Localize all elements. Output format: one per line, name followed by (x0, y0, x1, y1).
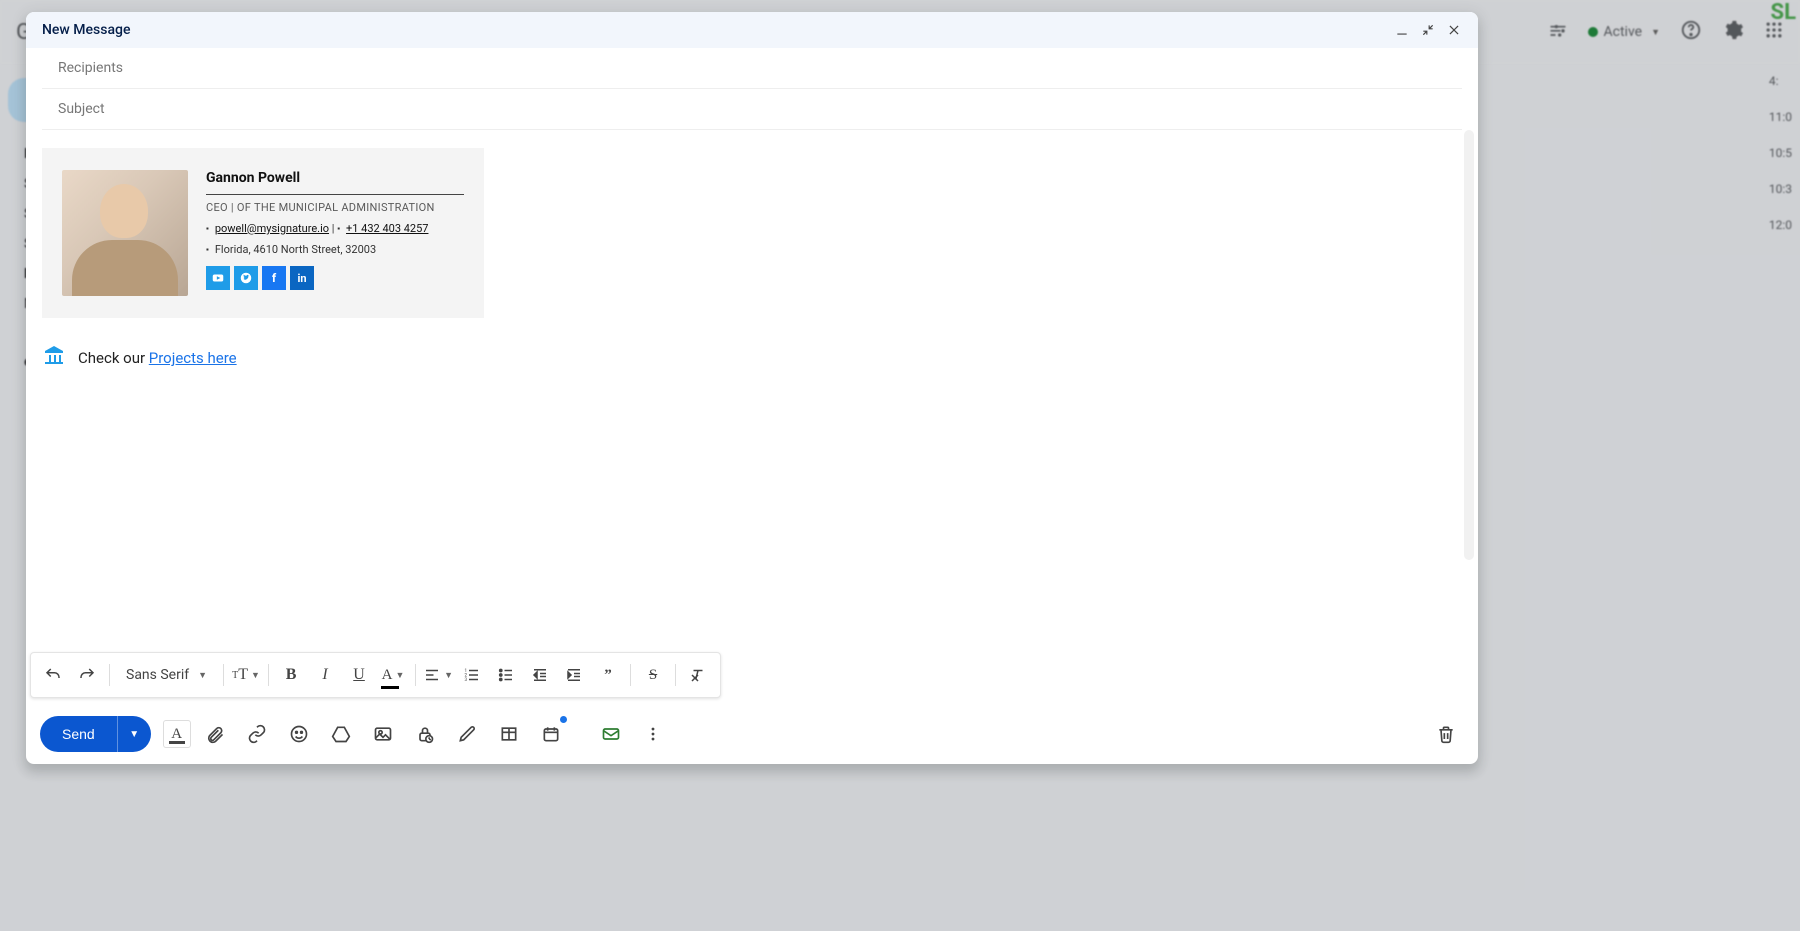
insert-table-button[interactable] (491, 716, 527, 752)
recipients-field[interactable]: Recipients (42, 48, 1462, 89)
bullet-list-button[interactable] (490, 659, 522, 691)
facebook-icon[interactable]: f (262, 266, 286, 290)
insert-link-button[interactable] (239, 716, 275, 752)
signature-photo (62, 170, 188, 296)
svg-text:3: 3 (465, 677, 468, 683)
body-scrollbar[interactable] (1464, 130, 1474, 560)
help-icon[interactable] (1680, 19, 1702, 45)
time-cell: 10:5 (1769, 146, 1792, 160)
mysignature-button[interactable] (593, 716, 629, 752)
align-button[interactable]: ▼ (422, 659, 454, 691)
italic-button[interactable]: I (309, 659, 341, 691)
font-size-button[interactable]: TT ▼ (230, 659, 262, 691)
twitter-icon[interactable] (234, 266, 258, 290)
bold-button[interactable]: B (275, 659, 307, 691)
signature-title: CEO | OF THE MUNICIPAL ADMINISTRATION (206, 201, 464, 214)
chevron-down-icon: ▼ (395, 670, 404, 680)
underline-button[interactable]: U (343, 659, 375, 691)
tune-icon[interactable] (1548, 20, 1568, 44)
time-cell: 12:0 (1769, 218, 1792, 232)
compose-body[interactable]: Gannon Powell CEO | OF THE MUNICIPAL ADM… (26, 130, 1478, 652)
indent-more-button[interactable] (558, 659, 590, 691)
building-icon (42, 344, 66, 372)
text-color-button[interactable]: A▼ (377, 659, 409, 691)
strikethrough-button[interactable]: S (637, 659, 669, 691)
brand-partial: SL (1771, 0, 1796, 25)
numbered-list-button[interactable]: 123 (456, 659, 488, 691)
exit-fullscreen-icon[interactable] (1420, 22, 1436, 38)
time-cell: 4: (1769, 74, 1792, 88)
quote-button[interactable]: ” (592, 659, 624, 691)
insert-emoji-button[interactable] (281, 716, 317, 752)
signature-card: Gannon Powell CEO | OF THE MUNICIPAL ADM… (42, 148, 484, 318)
remove-formatting-button[interactable] (682, 659, 714, 691)
redo-button[interactable] (71, 659, 103, 691)
send-button[interactable]: Send (40, 716, 117, 752)
signature-email-link[interactable]: powell@mysignature.io (215, 222, 329, 235)
minimize-icon[interactable] (1394, 22, 1410, 38)
signature-address: Florida, 4610 North Street, 32003 (215, 243, 376, 256)
youtube-icon[interactable] (206, 266, 230, 290)
signature-phone-link[interactable]: +1 432 403 4257 (346, 222, 428, 235)
time-cell: 11:0 (1769, 110, 1792, 124)
compose-header[interactable]: New Message (26, 12, 1478, 48)
cta-link[interactable]: Projects here (149, 349, 237, 367)
signature-name: Gannon Powell (206, 170, 464, 186)
compose-title: New Message (42, 22, 130, 38)
subject-field[interactable]: Subject (42, 89, 1462, 130)
insert-photo-button[interactable] (365, 716, 401, 752)
font-family-select[interactable]: Sans Serif ▼ (116, 659, 217, 691)
more-options-button[interactable] (635, 716, 671, 752)
attach-file-button[interactable] (197, 716, 233, 752)
schedule-send-button[interactable] (533, 716, 569, 752)
insert-drive-button[interactable] (323, 716, 359, 752)
discard-draft-button[interactable] (1428, 716, 1464, 752)
chevron-down-icon: ▼ (198, 670, 207, 681)
formatting-toggle-button[interactable]: A (163, 720, 191, 748)
indent-less-button[interactable] (524, 659, 556, 691)
chevron-down-icon: ▼ (251, 670, 260, 681)
cta-prefix: Check our (78, 349, 149, 367)
chevron-down-icon: ▼ (444, 670, 453, 681)
signature-divider (206, 194, 464, 195)
format-toolbar: Sans Serif ▼ TT ▼ B I U A▼ ▼ 123 ” (30, 652, 721, 698)
active-dot-icon (1588, 27, 1598, 37)
compose-bottom-bar: Send ▼ A (26, 704, 1478, 764)
compose-window: New Message Recipients Subject Gannon Po… (26, 12, 1478, 764)
close-icon[interactable] (1446, 22, 1462, 38)
send-more-button[interactable]: ▼ (117, 716, 151, 752)
status-active[interactable]: Active ▼ (1588, 24, 1660, 40)
linkedin-icon[interactable]: in (290, 266, 314, 290)
insert-signature-button[interactable] (449, 716, 485, 752)
time-cell: 10:3 (1769, 182, 1792, 196)
gear-icon[interactable] (1722, 19, 1744, 45)
chevron-down-icon: ▼ (1651, 27, 1660, 38)
undo-button[interactable] (37, 659, 69, 691)
confidential-mode-button[interactable] (407, 716, 443, 752)
